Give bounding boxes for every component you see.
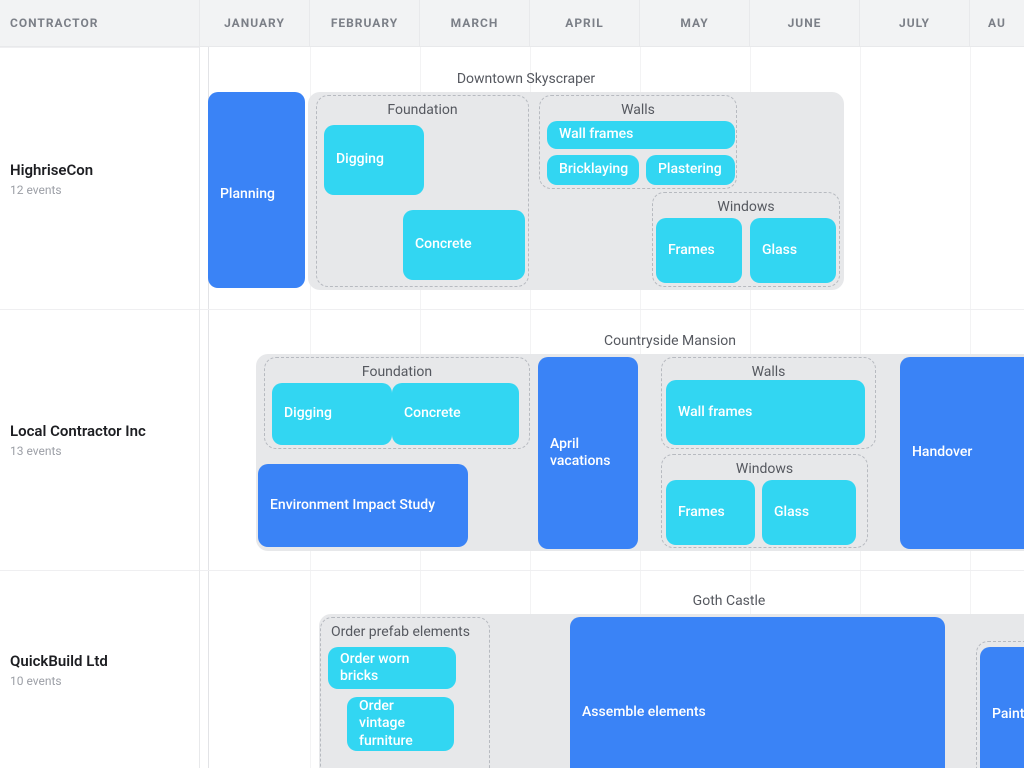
contractor-name: QuickBuild Ltd (10, 652, 189, 670)
subgroup-label: Order prefab elements (321, 618, 489, 642)
contractor-event-count: 12 events (10, 183, 189, 197)
task-label: Frames (668, 242, 715, 260)
task-block-wall-frames[interactable]: Wall frames (547, 121, 735, 149)
month-header-cell[interactable]: AU (970, 0, 1024, 46)
contractor-column: HighriseCon 12 events Local Contractor I… (0, 47, 200, 768)
month-header-cell[interactable]: JULY (860, 0, 970, 46)
task-label: Bricklaying (559, 161, 628, 179)
task-block-plastering[interactable]: Plastering (646, 155, 735, 185)
task-label: Handover (912, 444, 972, 462)
task-label: Digging (336, 151, 384, 169)
month-header-cell[interactable]: MARCH (420, 0, 530, 46)
task-block-assemble[interactable]: Assemble elements (570, 617, 945, 768)
month-header-cell[interactable]: MAY (640, 0, 750, 46)
contractor-row[interactable]: HighriseCon 12 events (0, 47, 199, 309)
contractor-name: HighriseCon (10, 161, 189, 179)
task-label: Concrete (415, 236, 472, 254)
row-separator (200, 309, 1024, 310)
task-block-frames-2[interactable]: Frames (666, 480, 755, 545)
task-block-wall-frames-2[interactable]: Wall frames (666, 380, 865, 445)
task-label: Plastering (658, 161, 722, 179)
subgroup-label: Foundation (317, 96, 528, 120)
task-block-handover[interactable]: Handover (900, 357, 1024, 549)
task-label: Assemble elements (582, 704, 706, 722)
task-block-frames[interactable]: Frames (656, 218, 742, 283)
month-header-cell[interactable]: JUNE (750, 0, 860, 46)
contractor-column-header: CONTRACTOR (0, 0, 200, 46)
task-label: Digging (284, 405, 332, 423)
subgroup-label: Windows (662, 455, 867, 479)
subgroup-label: Windows (653, 193, 839, 217)
subgroup-label: Walls (540, 96, 736, 120)
task-block-glass[interactable]: Glass (750, 218, 836, 283)
contractor-name: Local Contractor Inc (10, 422, 189, 440)
contractor-event-count: 13 events (10, 444, 189, 458)
task-label: Paint (992, 706, 1024, 724)
scheduler-viewport: CONTRACTOR JANUARY FEBRUARY MARCH APRIL … (0, 0, 1024, 768)
task-block-concrete[interactable]: Concrete (403, 210, 525, 280)
timeline-canvas[interactable]: Downtown Skyscraper Planning Foundation … (200, 47, 1024, 768)
task-label: Wall frames (559, 126, 633, 144)
month-header-cell[interactable]: FEBRUARY (310, 0, 420, 46)
task-label: Wall frames (678, 404, 752, 422)
project-label: Countryside Mansion (260, 333, 1024, 349)
task-block-planning[interactable]: Planning (208, 92, 305, 288)
months-header: JANUARY FEBRUARY MARCH APRIL MAY JUNE JU… (200, 0, 1024, 46)
month-header-cell[interactable]: APRIL (530, 0, 640, 46)
contractor-row[interactable]: Local Contractor Inc 13 events (0, 309, 199, 570)
task-block-digging[interactable]: Digging (324, 125, 424, 195)
month-header-cell[interactable]: JANUARY (200, 0, 310, 46)
task-label: Environment Impact Study (270, 497, 435, 515)
task-label: Frames (678, 504, 725, 522)
task-block-concrete-2[interactable]: Concrete (392, 383, 519, 445)
timeline-header: CONTRACTOR JANUARY FEBRUARY MARCH APRIL … (0, 0, 1024, 47)
task-block-order-furniture[interactable]: Order vintage furniture (347, 697, 454, 751)
task-block-environment-study[interactable]: Environment Impact Study (258, 464, 468, 547)
project-label: Goth Castle (319, 593, 1024, 609)
task-label: April vacations (550, 436, 626, 471)
task-block-april-vacations[interactable]: April vacations (538, 357, 638, 549)
task-block-glass-2[interactable]: Glass (762, 480, 856, 545)
task-label: Glass (774, 504, 809, 522)
project-label: Downtown Skyscraper (208, 71, 844, 87)
task-label: Concrete (404, 405, 461, 423)
task-block-digging-2[interactable]: Digging (272, 383, 392, 445)
task-label: Order worn bricks (340, 651, 444, 686)
task-block-bricklaying[interactable]: Bricklaying (547, 155, 639, 185)
row-separator (200, 570, 1024, 571)
task-label: Glass (762, 242, 797, 260)
task-label: Planning (220, 186, 275, 204)
task-block-order-bricks[interactable]: Order worn bricks (328, 647, 456, 689)
task-label: Order vintage furniture (359, 698, 442, 751)
task-block-paint[interactable]: Paint (980, 647, 1024, 768)
contractor-row[interactable]: QuickBuild Ltd 10 events (0, 570, 199, 768)
subgroup-label: Walls (662, 358, 875, 382)
subgroup-label: Foundation (265, 358, 529, 382)
contractor-event-count: 10 events (10, 674, 189, 688)
